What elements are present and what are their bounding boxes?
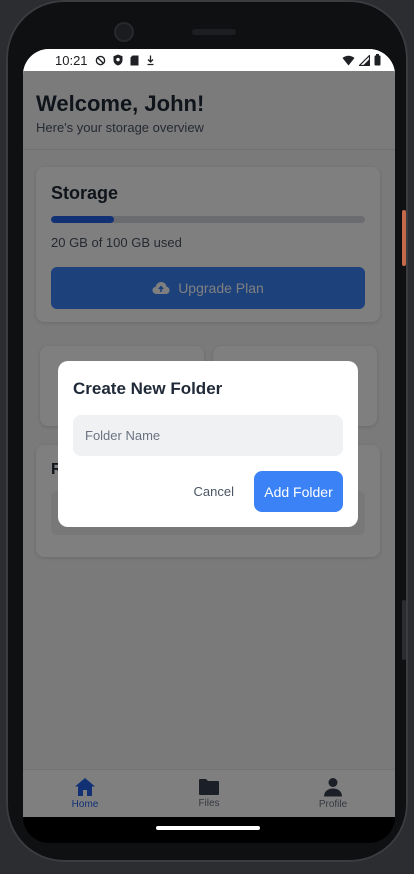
shield-icon	[113, 54, 123, 66]
status-bar: 10:21	[23, 49, 395, 71]
dialog-title: Create New Folder	[73, 379, 223, 398]
folder-name-input[interactable]	[73, 415, 343, 456]
dialog-actions: Cancel Add Folder	[73, 471, 343, 512]
system-nav-area	[23, 817, 395, 843]
cellular-signal-icon	[359, 54, 370, 66]
battery-icon	[374, 54, 381, 66]
sim-card-icon	[130, 55, 139, 65]
wifi-icon	[342, 55, 355, 65]
screen: 10:21 Welcome, John! Here's your storage…	[23, 49, 395, 817]
clock: 10:21	[55, 52, 88, 68]
camera-lens	[114, 22, 134, 42]
download-icon	[147, 55, 154, 65]
add-folder-button[interactable]: Add Folder	[254, 471, 343, 512]
do-not-disturb-icon	[95, 55, 105, 65]
create-folder-dialog: Create New Folder Cancel Add Folder	[58, 361, 358, 527]
volume-button	[402, 600, 406, 660]
cancel-button[interactable]: Cancel	[194, 484, 234, 499]
home-indicator[interactable]	[156, 826, 260, 830]
power-button	[402, 210, 406, 266]
earpiece-speaker	[192, 29, 236, 35]
